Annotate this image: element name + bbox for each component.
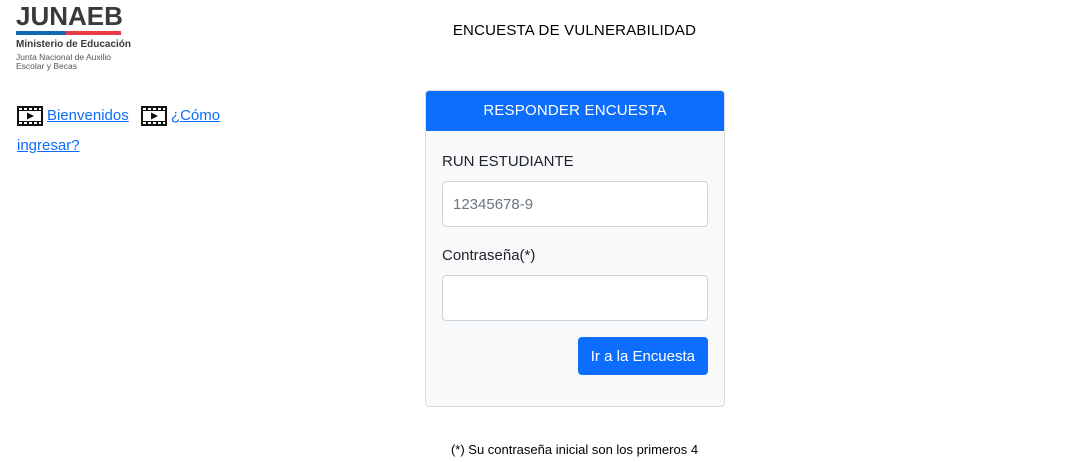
- password-input[interactable]: [442, 275, 708, 321]
- password-footnote: (*) Su contraseña inicial son los primer…: [450, 442, 699, 457]
- run-label: RUN ESTUDIANTE: [442, 153, 574, 170]
- page-title: ENCUESTA DE VULNERABILIDAD: [452, 22, 697, 39]
- film-icon: [140, 106, 167, 126]
- login-card: RESPONDER ENCUESTA RUN ESTUDIANTE Contra…: [425, 90, 725, 407]
- run-input[interactable]: [442, 181, 708, 227]
- submit-row: Ir a la Encuesta: [442, 337, 708, 375]
- logo-ministry: Ministerio de Educación: [16, 39, 132, 50]
- film-icon: [17, 106, 43, 126]
- password-label: Contraseña(*): [442, 247, 536, 264]
- page: JUNAEB Ministerio de Educación Junta Nac…: [0, 0, 1080, 462]
- video-link-bienvenidos[interactable]: Bienvenidos: [47, 107, 129, 124]
- submit-button[interactable]: Ir a la Encuesta: [577, 337, 708, 375]
- card-header: RESPONDER ENCUESTA: [426, 91, 724, 131]
- logo-subtitle: Junta Nacional de Auxilio Escolar y Beca…: [16, 52, 111, 71]
- card-body: RUN ESTUDIANTE Contraseña(*) Ir a la Enc…: [426, 153, 724, 375]
- video-links: Bienvenidos ¿Cómo ingresar?: [17, 101, 247, 161]
